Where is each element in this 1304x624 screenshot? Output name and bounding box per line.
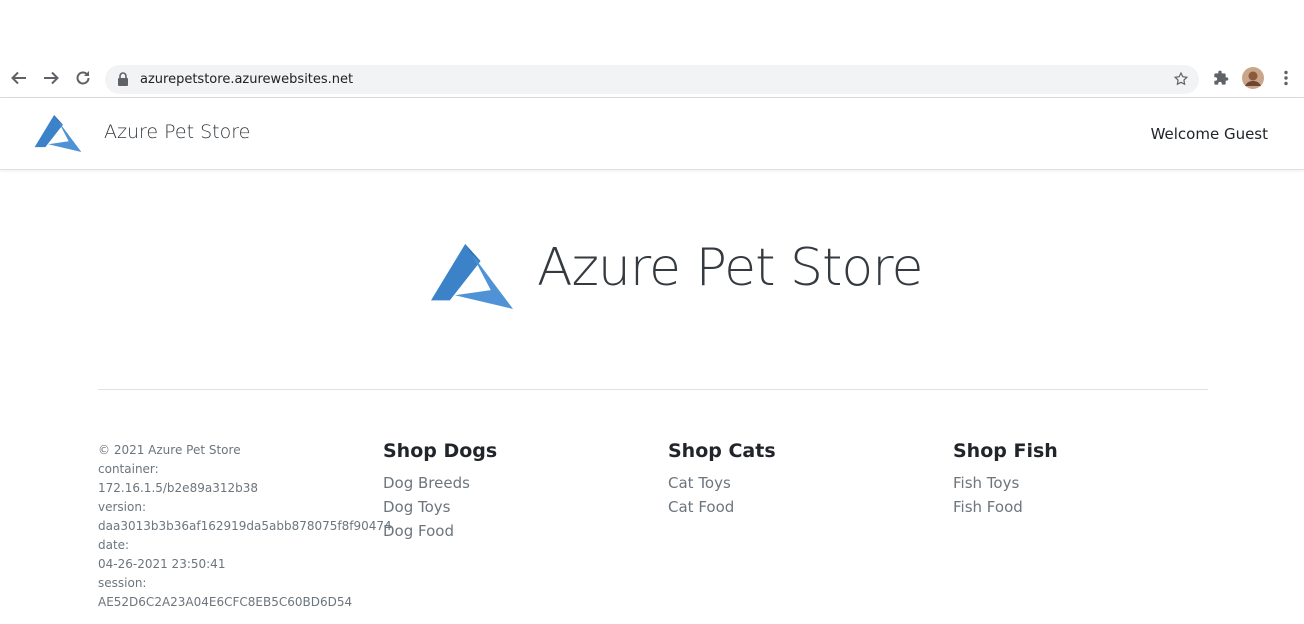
session-label: session:: [98, 576, 147, 590]
shop-dogs-column: Shop Dogs Dog Breeds Dog Toys Dog Food: [383, 440, 497, 543]
profile-avatar[interactable]: [1242, 67, 1264, 89]
fish-toys-link[interactable]: Fish Toys: [953, 471, 1058, 495]
shop-cats-heading: Shop Cats: [668, 440, 776, 462]
shop-fish-heading: Shop Fish: [953, 440, 1058, 462]
footer-divider: [98, 389, 1208, 390]
hero-title: Azure Pet Store: [537, 238, 923, 298]
url-text: azurepetstore.azurewebsites.net: [140, 72, 354, 87]
address-bar[interactable]: azurepetstore.azurewebsites.net: [105, 65, 1199, 94]
container-label: container:: [98, 462, 159, 476]
brand-title[interactable]: Azure Pet Store: [104, 121, 250, 143]
shop-dogs-heading: Shop Dogs: [383, 440, 498, 462]
shop-fish-column: Shop Fish Fish Toys Fish Food: [953, 440, 1058, 519]
container-value: 172.16.1.5/b2e89a312b38: [98, 481, 258, 495]
dog-breeds-link[interactable]: Dog Breeds: [383, 471, 497, 495]
dog-food-link[interactable]: Dog Food: [383, 519, 497, 543]
forward-arrow-icon[interactable]: [40, 67, 62, 89]
date-value: 04-26-2021 23:50:41: [98, 557, 226, 571]
reload-icon[interactable]: [72, 67, 94, 89]
version-label: version:: [98, 500, 146, 514]
version-value: daa3013b3b36af162919da5abb878075f8f90474: [98, 519, 392, 533]
copyright-text: © 2021 Azure Pet Store: [98, 443, 241, 457]
shop-cats-column: Shop Cats Cat Toys Cat Food: [668, 440, 776, 519]
more-menu-icon[interactable]: [1275, 67, 1297, 89]
site-navbar: Azure Pet Store Welcome Guest: [0, 98, 1304, 170]
fish-food-link[interactable]: Fish Food: [953, 495, 1058, 519]
bookmark-star-icon[interactable]: [1173, 71, 1189, 92]
cat-toys-link[interactable]: Cat Toys: [668, 471, 776, 495]
azure-logo-icon[interactable]: [34, 115, 82, 157]
welcome-text: Welcome Guest: [1150, 125, 1268, 143]
session-value: AE52D6C2A23A04E6CFC8EB5C60BD6D54: [98, 595, 353, 609]
browser-toolbar: azurepetstore.azurewebsites.net: [0, 57, 1304, 97]
hero-azure-logo-icon: [431, 244, 513, 314]
lock-icon: [117, 72, 129, 91]
dog-toys-link[interactable]: Dog Toys: [383, 495, 497, 519]
extensions-puzzle-icon[interactable]: [1210, 67, 1232, 89]
cat-food-link[interactable]: Cat Food: [668, 495, 776, 519]
date-label: date:: [98, 538, 130, 552]
footer-info: © 2021 Azure Pet Store container: 172.16…: [98, 441, 392, 612]
back-arrow-icon[interactable]: [8, 67, 30, 89]
